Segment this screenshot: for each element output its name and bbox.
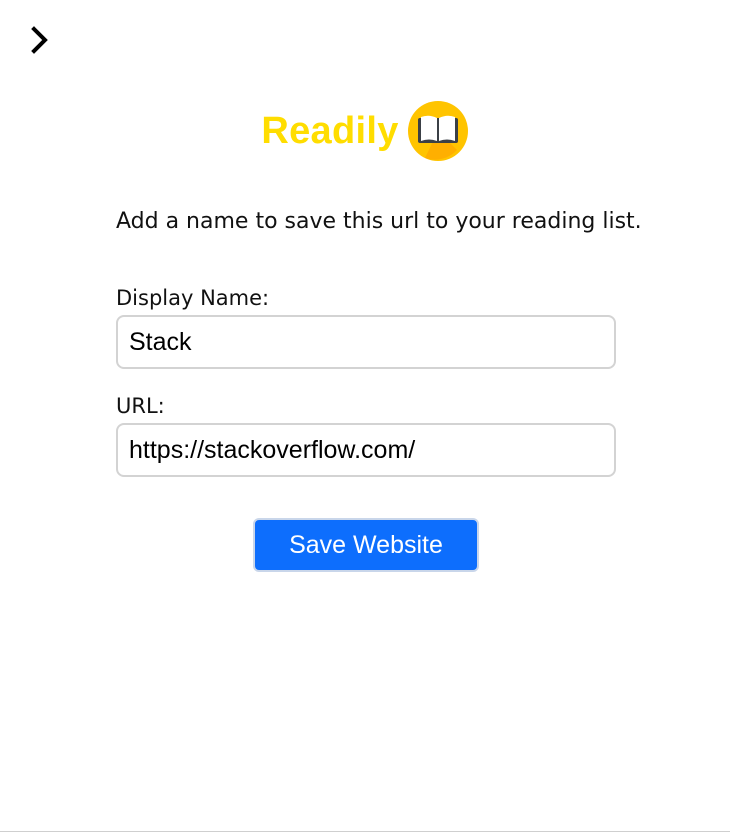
instruction-text: Add a name to save this url to your read… [116, 209, 642, 234]
expand-button[interactable] [24, 24, 56, 56]
url-input[interactable] [116, 423, 616, 477]
chevron-right-icon [31, 26, 48, 54]
save-website-button[interactable]: Save Website [253, 518, 479, 572]
display-name-input[interactable] [116, 315, 616, 369]
brand-title: Readily [261, 110, 399, 152]
bottom-divider [0, 831, 730, 832]
url-label: URL: [116, 394, 165, 418]
brand-header: Readily [0, 100, 730, 162]
popup-page: Readily Add a name to save this url to y… [0, 0, 730, 834]
display-name-label: Display Name: [116, 286, 270, 310]
open-book-icon [407, 101, 468, 161]
